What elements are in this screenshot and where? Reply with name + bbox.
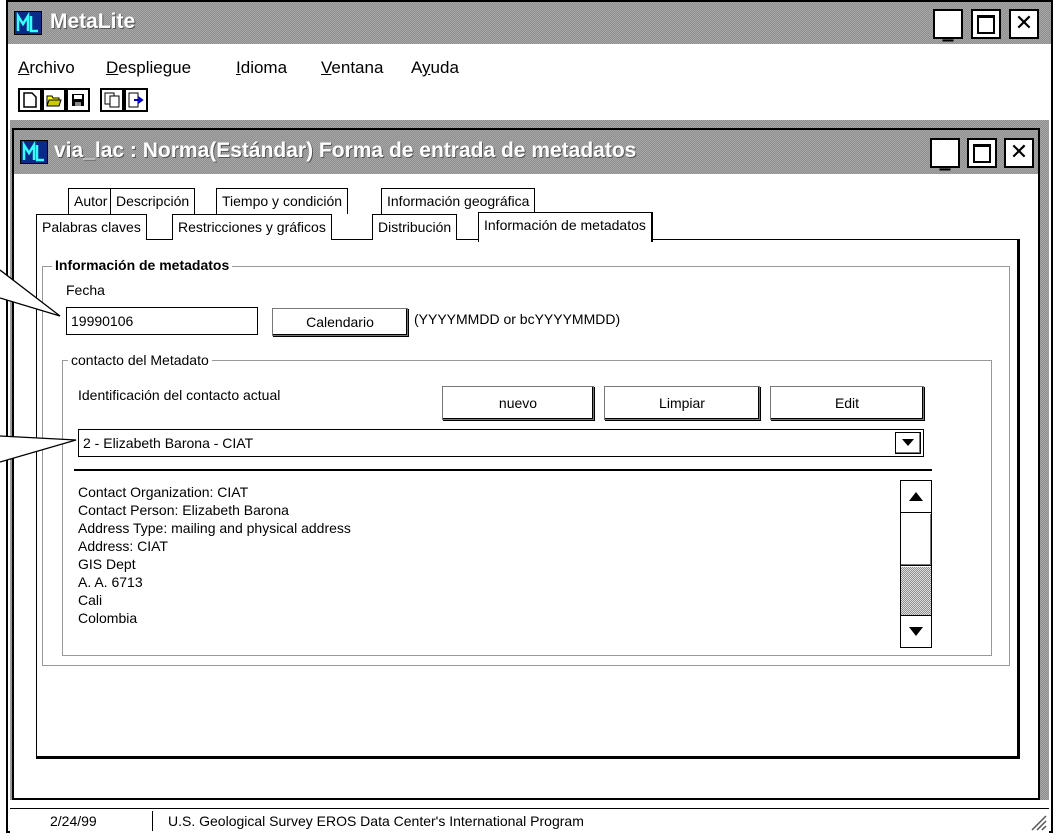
tab-informacion-de-metadatos[interactable]: Información de metadatos	[478, 212, 653, 242]
dropdown-arrow-icon[interactable]	[895, 432, 921, 454]
contact-select[interactable]: 2 - Elizabeth Barona - CIAT	[78, 429, 924, 457]
contact-detail-line: Contact Organization: CIAT	[78, 484, 249, 500]
tab-descripcion[interactable]: Descripción	[110, 188, 196, 214]
contact-detail-line: Colombia	[78, 610, 138, 626]
status-date: 2/24/99	[50, 813, 97, 829]
mnemonic: D	[106, 58, 119, 77]
contact-detail-line: Cali	[78, 592, 103, 608]
form-title-bar[interactable]: via_lac : Norma(Estándar) Forma de entra…	[14, 130, 1038, 174]
close-icon[interactable]: ✕	[1009, 9, 1039, 39]
separator	[74, 469, 932, 471]
details-scrollbar[interactable]	[900, 480, 932, 648]
new-contact-button[interactable]: nuevo	[442, 386, 594, 420]
resize-grip-icon[interactable]	[1027, 811, 1047, 831]
date-input[interactable]: 19990106	[66, 307, 258, 335]
export-icon	[128, 92, 144, 108]
tab-informacion-geografica[interactable]: Información geográfica	[381, 188, 536, 214]
contact-detail-line: Address: CIAT	[78, 538, 168, 554]
menu-label: dioma	[240, 58, 288, 77]
contact-id-label: Identificación del contacto actual	[78, 387, 281, 403]
menu-label: espliegue	[118, 58, 192, 77]
menu-label: entana	[331, 58, 384, 77]
tab-distribucion[interactable]: Distribución	[372, 214, 458, 240]
form-minimize-icon[interactable]: _	[930, 138, 960, 170]
date-format-hint: (YYYYMMDD or bcYYYYMMDD)	[414, 311, 621, 327]
tab-restricciones-y-graficos[interactable]: Restricciones y gráficos	[172, 214, 332, 240]
calendar-button[interactable]: Calendario	[272, 308, 408, 336]
status-divider	[152, 811, 153, 831]
maximize-icon[interactable]	[971, 9, 1001, 39]
form-title: via_lac : Norma(Estándar) Forma de entra…	[54, 139, 637, 162]
scroll-down-icon[interactable]	[901, 615, 931, 647]
status-message: U.S. Geological Survey EROS Data Center'…	[168, 813, 584, 829]
menu-ayuda[interactable]: Ayuda	[411, 58, 459, 78]
status-bar: 2/24/99 U.S. Geological Survey EROS Data…	[10, 808, 1049, 833]
scroll-thumb[interactable]	[901, 514, 931, 566]
tab-tiempo-y-condicion[interactable]: Tiempo y condición	[216, 188, 349, 214]
scroll-up-icon[interactable]	[901, 481, 931, 513]
contact-details-list: Contact Organization: CIAT Contact Perso…	[78, 484, 898, 652]
copy-button[interactable]	[100, 88, 124, 112]
form-close-icon[interactable]: ✕	[1004, 138, 1034, 168]
clear-button[interactable]: Limpiar	[604, 386, 760, 420]
copy-icon	[104, 92, 120, 108]
mnemonic: V	[321, 58, 332, 77]
menu-label: A	[411, 58, 423, 77]
contact-group-title: contacto del Metadato	[68, 352, 212, 368]
contact-detail-line: Contact Person: Elizabeth Barona	[78, 502, 289, 518]
app-window: MetaLite _ ✕ Archivo Despliegue Idioma V…	[6, 0, 1053, 833]
export-button[interactable]	[124, 88, 148, 112]
callout-lines	[0, 269, 77, 463]
edit-button[interactable]: Edit	[770, 386, 924, 420]
scroll-track[interactable]	[901, 567, 931, 615]
minimize-icon[interactable]: _	[933, 9, 963, 41]
menu-ventana[interactable]: Ventana	[321, 58, 383, 78]
contact-detail-line: GIS Dept	[78, 556, 136, 572]
form-window: via_lac : Norma(Estándar) Forma de entra…	[12, 128, 1040, 800]
contact-detail-line: A. A. 6713	[78, 574, 143, 590]
mnemonic: y	[422, 58, 431, 77]
menu-idioma[interactable]: Idioma	[236, 58, 287, 78]
contact-select-value: 2 - Elizabeth Barona - CIAT	[83, 435, 254, 451]
menu-despliegue[interactable]: Despliegue	[106, 58, 191, 78]
menu-label: uda	[430, 58, 459, 77]
form-maximize-icon[interactable]	[967, 138, 997, 168]
app-title-bar[interactable]: MetaLite _ ✕	[8, 2, 1051, 44]
contact-detail-line: Address Type: mailing and physical addre…	[78, 520, 351, 536]
